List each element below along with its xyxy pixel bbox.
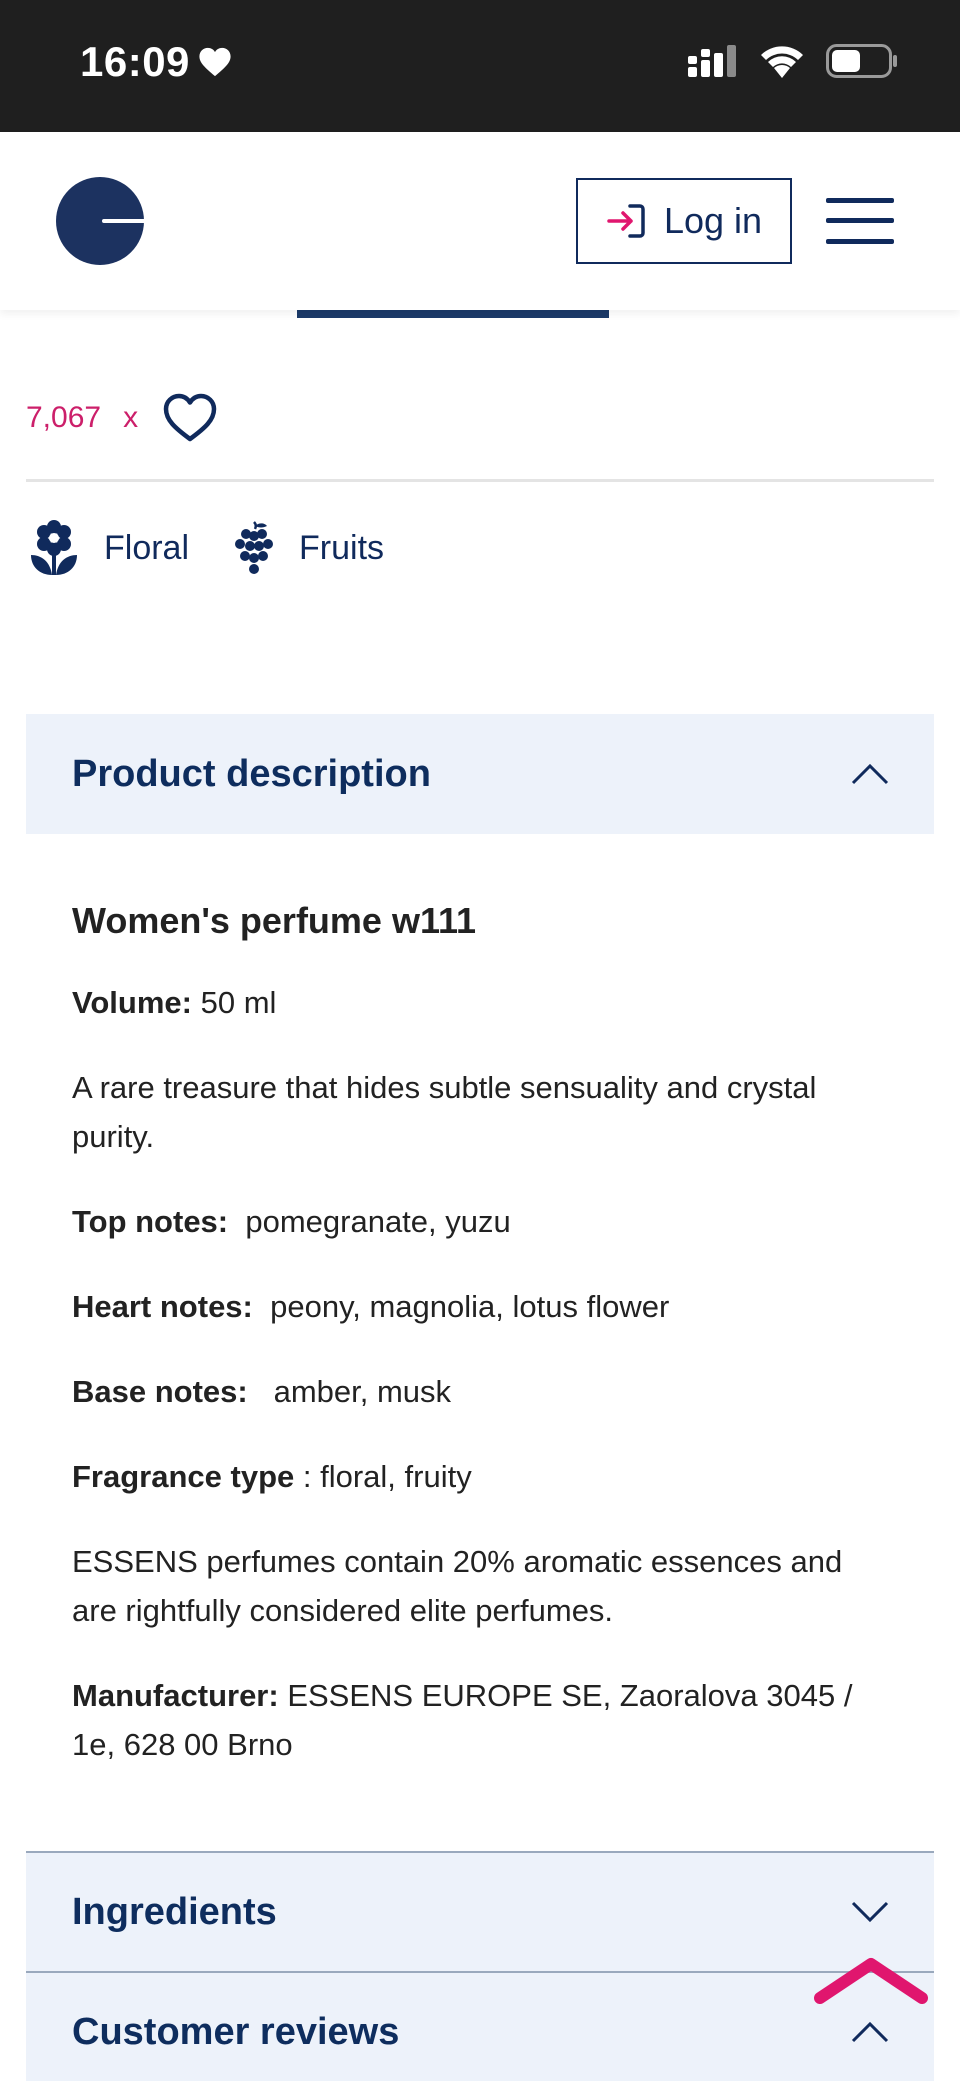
fragrance-type-line: Fragrance type : floral, fruity (72, 1452, 892, 1501)
favourites-row: 7,067 x (26, 392, 218, 444)
status-time-text: 16:09 (80, 38, 190, 85)
login-label: Log in (663, 200, 763, 241)
back-to-top-icon[interactable] (812, 1956, 930, 2004)
top-notes-label: Top notes: (72, 1204, 229, 1239)
scent-tag-fruits: Fruits (233, 520, 384, 576)
favourites-multiplier: x (123, 401, 139, 434)
product-description-title: Product description (72, 752, 431, 795)
product-title: Women's perfume w111 (72, 900, 477, 941)
battery-icon (826, 44, 897, 78)
fragrance-type-value: : floral, fruity (294, 1459, 472, 1494)
scent-tags: Floral Fruits (28, 519, 384, 577)
logo[interactable] (56, 177, 146, 265)
top-notes-line: Top notes: pomegranate, yuzu (72, 1197, 892, 1246)
site-header: Log in (0, 132, 960, 310)
ingredients-header[interactable]: Ingredients (26, 1851, 934, 1971)
heart-notes-line: Heart notes: peony, magnolia, lotus flow… (72, 1282, 892, 1331)
heart-notes-value: peony, magnolia, lotus flower (252, 1289, 670, 1324)
login-arrow-icon (607, 204, 645, 238)
grapes-icon (235, 521, 274, 574)
heart-icon (199, 47, 231, 77)
chevron-up-icon (851, 763, 889, 785)
divider (26, 479, 934, 482)
volume-label: Volume: (72, 985, 192, 1020)
top-notes-value: pomegranate, yuzu (228, 1204, 511, 1239)
manufacturer-label: Manufacturer: (72, 1678, 279, 1713)
flower-icon (31, 520, 77, 575)
customer-reviews-title: Customer reviews (72, 2010, 400, 2053)
heart-outline-icon[interactable] (162, 392, 218, 444)
essens-note: ESSENS perfumes contain 20% aromatic ess… (72, 1544, 843, 1628)
login-button[interactable]: Log in (576, 178, 792, 264)
wifi-icon (761, 46, 803, 78)
scent-tag-floral: Floral (28, 519, 189, 577)
logo-mark (102, 219, 146, 223)
signal-icon (688, 45, 736, 77)
chevron-up-icon (851, 2021, 889, 2043)
base-notes-label: Base notes: (72, 1374, 248, 1409)
base-notes-line: Base notes: amber, musk (72, 1367, 892, 1416)
heart-notes-label: Heart notes: (72, 1289, 253, 1324)
chevron-down-icon (851, 1901, 889, 1923)
volume-line: Volume: 50 ml (72, 978, 892, 1027)
active-tab-indicator (297, 310, 609, 318)
volume-value: 50 ml (192, 985, 277, 1020)
manufacturer-line: Manufacturer: ESSENS EUROPE SE, Zaoralov… (72, 1671, 892, 1769)
scent-tag-label: Floral (104, 528, 190, 567)
base-notes-value: amber, musk (247, 1374, 452, 1409)
favourites-count: 7,067 (26, 401, 102, 434)
status-time: 16:09 (80, 38, 232, 86)
product-description-header[interactable]: Product description (26, 714, 934, 834)
tagline: A rare treasure that hides subtle sensua… (72, 1070, 817, 1154)
ingredients-title: Ingredients (72, 1890, 277, 1933)
scent-tag-label: Fruits (299, 528, 385, 567)
status-icons (688, 44, 898, 78)
customer-reviews-header[interactable]: Customer reviews (26, 1971, 934, 2081)
hamburger-menu-icon[interactable] (826, 198, 894, 244)
fragrance-type-label: Fragrance type (72, 1459, 295, 1494)
status-bar: 16:09 (0, 0, 960, 132)
